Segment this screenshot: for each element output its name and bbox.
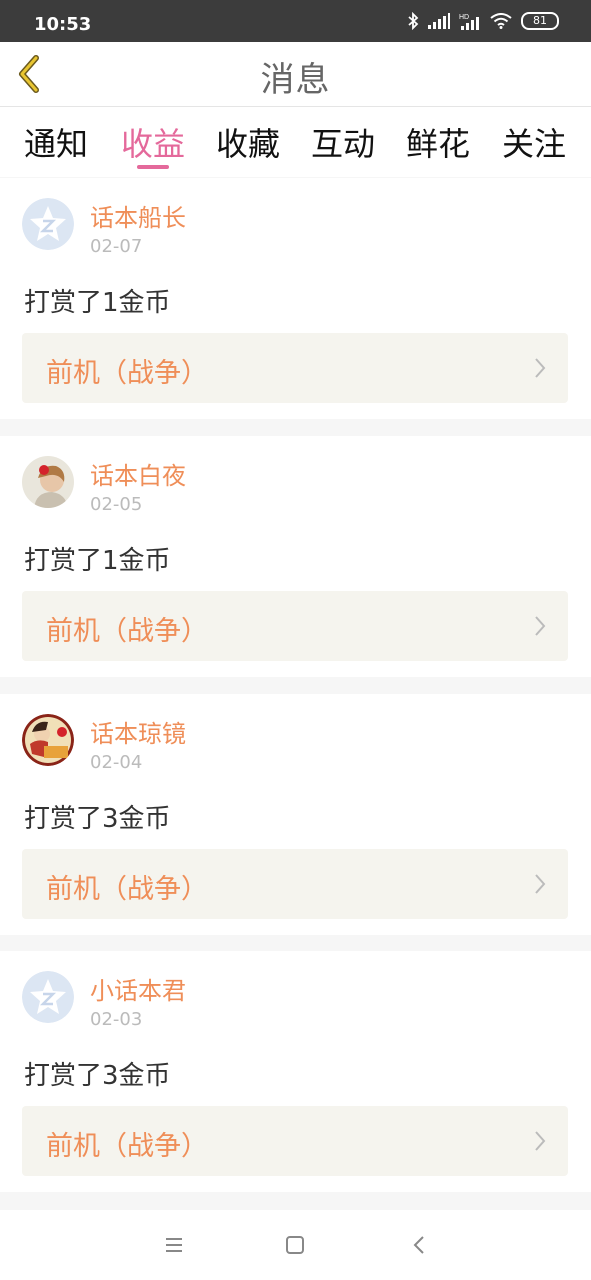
message-card: 话本船长 02-07 打赏了1金币 前机（战争） [0, 178, 591, 419]
badge-avatar-icon [22, 714, 74, 766]
default-avatar-icon [22, 198, 74, 250]
avatar[interactable] [22, 971, 74, 1023]
tab-interaction[interactable]: 互动 [303, 119, 383, 165]
avatar[interactable] [22, 456, 74, 508]
tab-flowers[interactable]: 鲜花 [398, 119, 478, 165]
active-tab-indicator [137, 165, 169, 169]
chevron-right-icon [535, 616, 546, 636]
username[interactable]: 话本琼镜 [90, 714, 186, 749]
message-date: 02-04 [90, 752, 143, 773]
message-text: 打赏了3金币 [24, 804, 171, 834]
message-text: 打赏了1金币 [24, 546, 171, 576]
avatar[interactable] [22, 714, 74, 766]
default-avatar-icon [22, 971, 74, 1023]
username[interactable]: 小话本君 [90, 971, 186, 1006]
message-card: 话本白夜 02-05 打赏了1金币 前机（战争） [0, 436, 591, 677]
tab-earnings[interactable]: 收益 [113, 119, 193, 165]
avatar[interactable] [22, 198, 74, 250]
home-button[interactable] [282, 1232, 308, 1258]
work-title: 前机（战争） [46, 358, 208, 389]
username[interactable]: 话本白夜 [90, 456, 186, 491]
username[interactable]: 话本船长 [90, 198, 186, 233]
photo-avatar-icon [22, 456, 74, 508]
message-date: 02-07 [90, 236, 143, 257]
back-triangle-icon [413, 1236, 424, 1254]
tab-favorites[interactable]: 收藏 [208, 119, 288, 165]
system-back-button[interactable] [406, 1232, 432, 1258]
message-date: 02-05 [90, 494, 143, 515]
work-link[interactable]: 前机（战争） [22, 591, 568, 661]
chevron-right-icon [535, 1131, 546, 1151]
battery-icon: 81 [521, 12, 559, 30]
tab-notification[interactable]: 通知 [16, 119, 96, 165]
work-link[interactable]: 前机（战争） [22, 849, 568, 919]
message-text: 打赏了1金币 [24, 288, 171, 318]
message-text: 打赏了3金币 [24, 1061, 171, 1091]
bluetooth-icon [408, 12, 419, 30]
signal-icon [428, 13, 450, 29]
wifi-icon [490, 13, 512, 29]
work-title: 前机（战争） [46, 874, 208, 905]
work-title: 前机（战争） [46, 616, 208, 647]
work-title: 前机（战争） [46, 1131, 208, 1162]
svg-text:HD: HD [459, 14, 469, 21]
chevron-right-icon [535, 358, 546, 378]
status-time: 10:53 [34, 14, 92, 35]
status-icons: HD 81 [407, 12, 559, 30]
chevron-right-icon [535, 874, 546, 894]
system-nav-bar [0, 1210, 591, 1280]
work-link[interactable]: 前机（战争） [22, 1106, 568, 1176]
status-bar: 10:53 HD 81 [0, 0, 591, 42]
header: 消息 [0, 42, 591, 107]
message-date: 02-03 [90, 1009, 143, 1030]
work-link[interactable]: 前机（战争） [22, 333, 568, 403]
message-card: 话本琼镜 02-04 打赏了3金币 前机（战争） [0, 694, 591, 935]
home-square-icon [286, 1236, 304, 1254]
menu-button[interactable] [161, 1232, 187, 1258]
page-title: 消息 [260, 60, 331, 100]
message-card: 小话本君 02-03 打赏了3金币 前机（战争） [0, 951, 591, 1192]
menu-icon [166, 1238, 182, 1252]
tab-follow[interactable]: 关注 [494, 119, 574, 165]
signal-hd-icon: HD [459, 14, 479, 30]
tab-bar: 通知 收益 收藏 互动 鲜花 关注 [0, 107, 591, 177]
